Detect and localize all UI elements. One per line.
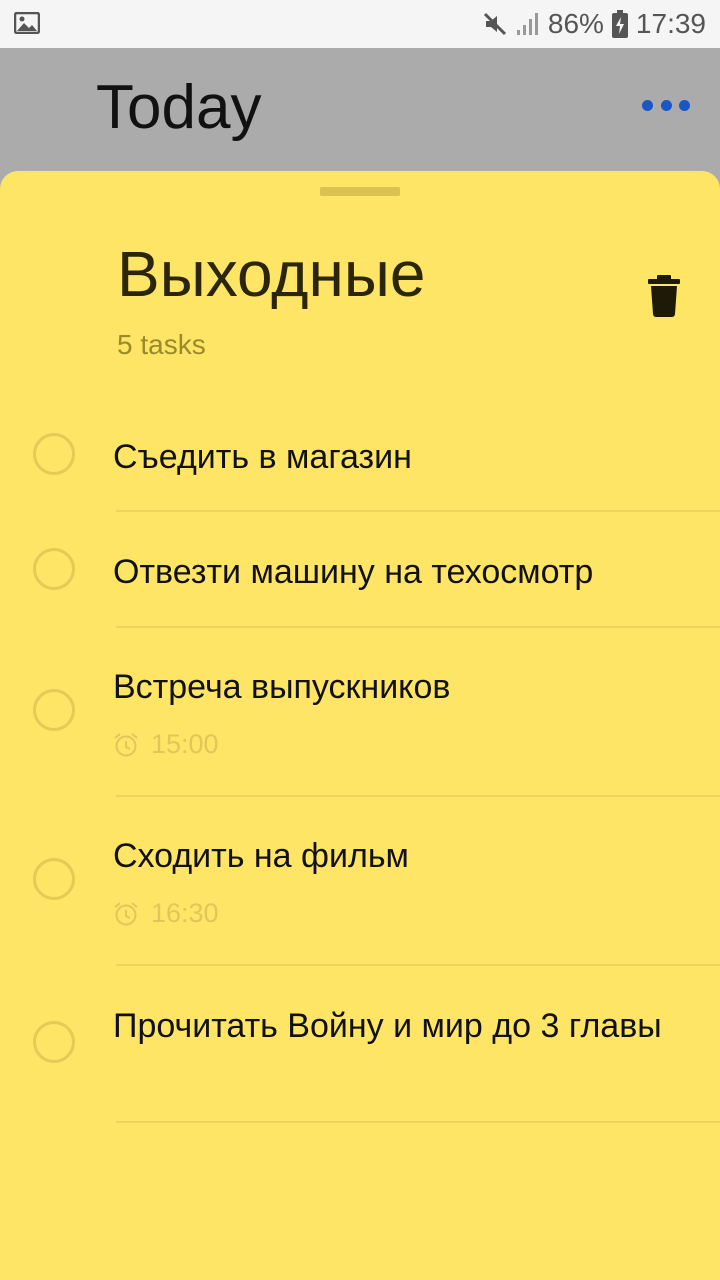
battery-charging-icon bbox=[611, 10, 628, 38]
list-sheet: Выходные 5 tasks Съедить в магазин Отвез… bbox=[0, 171, 720, 1280]
task-checkbox[interactable] bbox=[33, 858, 75, 900]
task-checkbox[interactable] bbox=[33, 689, 75, 731]
task-reminder: 15:00 bbox=[113, 729, 219, 760]
more-options-button[interactable] bbox=[642, 98, 690, 112]
divider bbox=[116, 626, 720, 628]
list-title: Выходные bbox=[117, 238, 426, 310]
alarm-clock-icon bbox=[114, 732, 138, 756]
task-title: Сходить на фильм bbox=[113, 837, 409, 875]
status-indicators: 86% 17:39 bbox=[482, 0, 706, 48]
more-horizontal-icon bbox=[642, 99, 653, 111]
divider bbox=[116, 510, 720, 512]
reminder-time: 15:00 bbox=[151, 729, 219, 759]
gallery-icon bbox=[14, 12, 40, 34]
signal-icon bbox=[516, 13, 538, 35]
trash-icon[interactable] bbox=[648, 275, 680, 317]
reminder-time: 16:30 bbox=[151, 898, 219, 928]
drag-handle[interactable] bbox=[320, 187, 400, 196]
status-bar: 86% 17:39 bbox=[0, 0, 720, 48]
task-title: Прочитать Войну и мир до 3 главы bbox=[113, 1007, 662, 1045]
task-checkbox[interactable] bbox=[33, 548, 75, 590]
task-checkbox[interactable] bbox=[33, 1021, 75, 1063]
task-reminder: 16:30 bbox=[113, 898, 219, 929]
alarm-clock-icon bbox=[114, 901, 138, 925]
page-title: Today bbox=[96, 73, 262, 142]
task-checkbox[interactable] bbox=[33, 433, 75, 475]
divider bbox=[116, 1121, 720, 1123]
app-header: Today bbox=[0, 48, 720, 172]
more-horizontal-icon-dot bbox=[660, 99, 672, 111]
mute-icon bbox=[483, 12, 506, 36]
divider bbox=[116, 795, 720, 797]
divider bbox=[116, 964, 720, 966]
task-title: Съедить в магазин bbox=[113, 438, 412, 476]
task-title: Встреча выпускников bbox=[113, 668, 451, 706]
task-count: 5 tasks bbox=[117, 329, 206, 360]
task-title: Отвезти машину на техосмотр bbox=[113, 553, 594, 591]
clock: 17:39 bbox=[635, 8, 706, 39]
battery-percent: 86% bbox=[547, 8, 604, 39]
more-horizontal-icon-dot bbox=[679, 99, 690, 111]
